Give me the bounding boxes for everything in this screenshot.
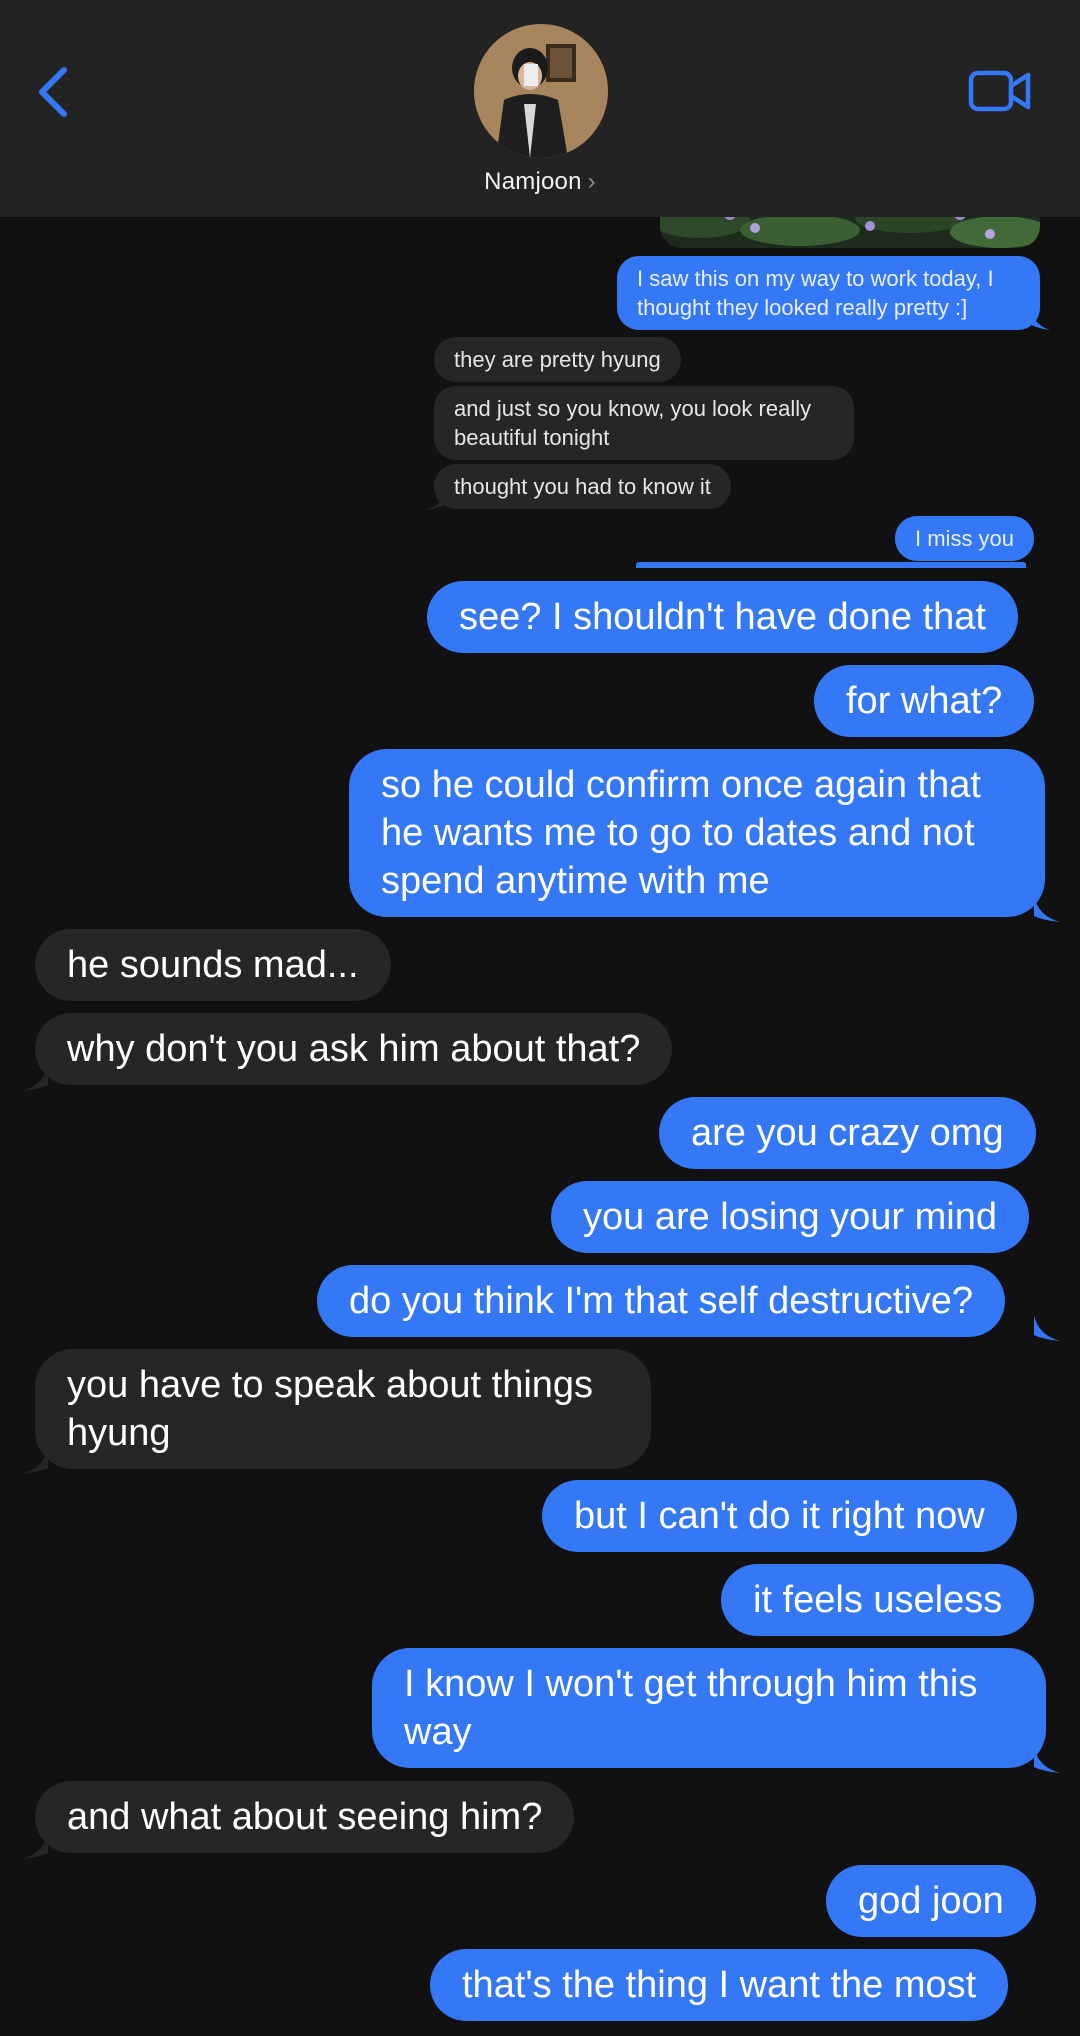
message-text: he sounds mad...: [67, 944, 359, 986]
contact-name[interactable]: Namjoon ›: [0, 168, 1080, 196]
bubble-tail: [1034, 1315, 1060, 1341]
message-text: you are losing your mind: [583, 1196, 997, 1238]
message-bubble-outgoing[interactable]: see? I shouldn't have done that: [427, 581, 1018, 653]
message-text: so he could confirm once again that he w…: [381, 764, 981, 902]
bubble-tail: [22, 1065, 48, 1091]
bubble-tail: [1034, 896, 1060, 922]
message-bubble-outgoing[interactable]: for what?: [814, 665, 1035, 737]
message-text: you have to speak about things hyung: [67, 1364, 594, 1454]
chevron-right-icon: ›: [587, 168, 596, 195]
bubble-tail: [426, 490, 446, 510]
message-text: I saw this on my way to work today, I th…: [637, 266, 994, 320]
message-bubble-outgoing[interactable]: are you crazy omg: [659, 1097, 1036, 1169]
message-text: and just so you know, you look really be…: [454, 396, 812, 450]
thread-connector: [636, 562, 1026, 568]
message-text: that's the thing I want the most: [462, 1964, 977, 2006]
message-bubble-outgoing[interactable]: that's the thing I want the most: [430, 1949, 1009, 2021]
thread-message[interactable]: they are pretty hyung: [434, 337, 681, 382]
message-bubble-outgoing[interactable]: I know I won't get through him this way: [372, 1648, 1046, 1768]
message-text: god joon: [858, 1880, 1004, 1922]
avatar[interactable]: [474, 24, 608, 158]
conversation-header: Namjoon ›: [0, 0, 1080, 217]
video-camera-icon: [968, 70, 1031, 112]
bubble-tail: [22, 1833, 48, 1859]
message-text: are you crazy omg: [691, 1112, 1004, 1154]
message-bubble-outgoing[interactable]: so he could confirm once again that he w…: [349, 749, 1045, 917]
contact-name-text: Namjoon: [484, 168, 582, 195]
message-text: why don't you ask him about that?: [67, 1028, 641, 1070]
thread-message[interactable]: thought you had to know it: [434, 464, 731, 509]
message-bubble-outgoing[interactable]: it feels useless: [721, 1564, 1035, 1636]
bubble-tail: [22, 1448, 48, 1474]
message-text: I know I won't get through him this way: [404, 1663, 978, 1753]
thread-message[interactable]: I saw this on my way to work today, I th…: [617, 256, 1040, 330]
bubble-tail: [1034, 1747, 1060, 1773]
message-text: but I can't do it right now: [574, 1495, 985, 1537]
message-text: thought you had to know it: [454, 474, 711, 499]
message-bubble-outgoing[interactable]: but I can't do it right now: [542, 1480, 1017, 1552]
chevron-left-icon: [39, 67, 67, 117]
message-bubble-outgoing[interactable]: do you think I'm that self destructive?: [317, 1265, 1006, 1337]
message-bubble-incoming[interactable]: why don't you ask him about that?: [35, 1013, 673, 1085]
messages-screen: I saw this on my way to work today, I th…: [0, 0, 1080, 2036]
thread-message[interactable]: and just so you know, you look really be…: [434, 386, 854, 460]
message-bubble-outgoing[interactable]: you are losing your mind: [551, 1181, 1029, 1253]
back-button[interactable]: [30, 62, 80, 122]
message-text: see? I shouldn't have done that: [459, 596, 986, 638]
message-text: I miss you: [915, 526, 1015, 551]
facetime-button[interactable]: [968, 66, 1032, 116]
message-text: they are pretty hyung: [454, 347, 661, 372]
message-bubble-outgoing[interactable]: god joon: [826, 1865, 1036, 1937]
message-text: it feels useless: [753, 1579, 1003, 1621]
message-text: do you think I'm that self destructive?: [349, 1280, 974, 1322]
thread-message[interactable]: I miss you: [895, 516, 1035, 561]
message-bubble-incoming[interactable]: and what about seeing him?: [35, 1781, 575, 1853]
message-text: and what about seeing him?: [67, 1796, 543, 1838]
message-text: for what?: [846, 680, 1003, 722]
bubble-tail: [1030, 306, 1050, 330]
message-bubble-incoming[interactable]: he sounds mad...: [35, 929, 391, 1001]
message-bubble-incoming[interactable]: you have to speak about things hyung: [35, 1349, 651, 1469]
